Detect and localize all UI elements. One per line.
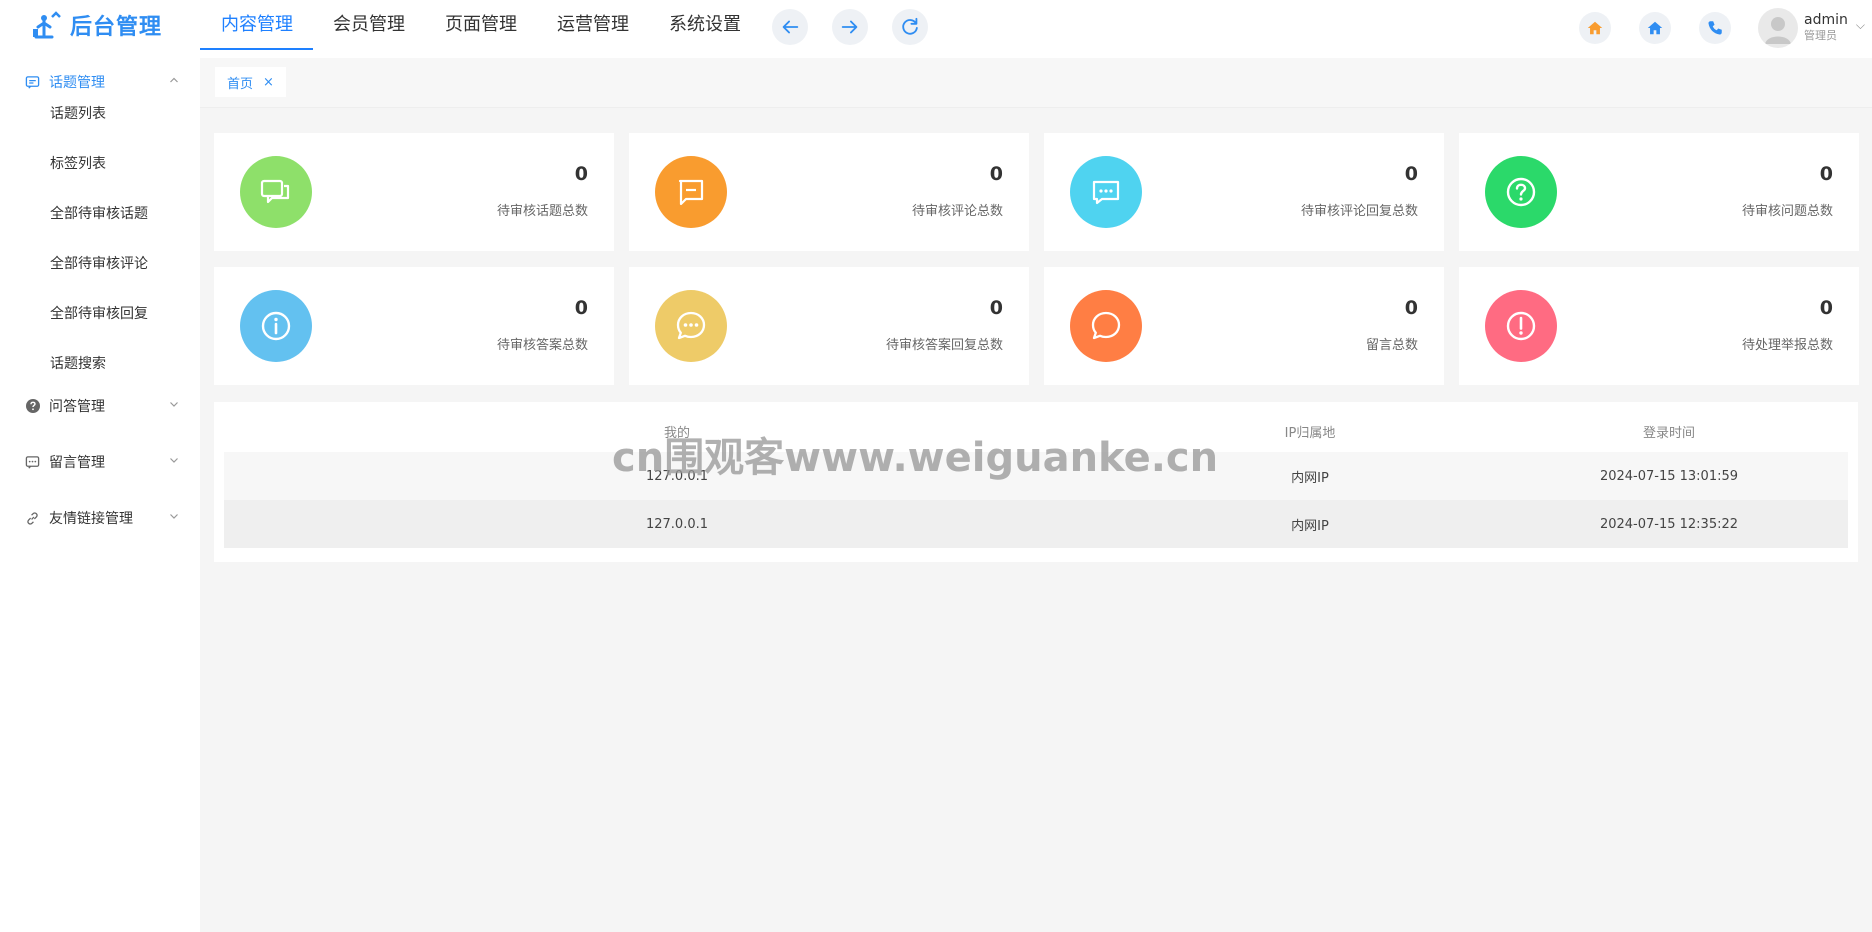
- watermark: cn围观客www.weiguanke.cn: [612, 435, 1219, 481]
- stat-value: 0: [1404, 297, 1418, 319]
- topnav-members[interactable]: 会员管理: [313, 0, 425, 50]
- tab-bar: 首页 ×: [200, 58, 1872, 108]
- sidebar-group-label: 话题管理: [49, 75, 105, 91]
- home-icon: [1587, 21, 1603, 35]
- back-button[interactable]: [772, 9, 808, 45]
- user-role: 管理员: [1804, 29, 1837, 42]
- sidebar-item-pending-topics[interactable]: 全部待审核话题: [50, 203, 148, 223]
- question-circle-icon: [24, 398, 41, 415]
- topnav-pages[interactable]: 页面管理: [425, 0, 537, 50]
- home-button-blue[interactable]: [1639, 12, 1671, 44]
- topnav-content[interactable]: 内容管理: [200, 0, 313, 50]
- table-cell-location: 内网IP: [1291, 518, 1329, 534]
- stat-value: 0: [989, 297, 1003, 319]
- sidebar-group-links[interactable]: 友情链接管理: [0, 496, 200, 540]
- sidebar-group-label: 留言管理: [49, 455, 105, 471]
- chevron-down-icon: [170, 402, 178, 407]
- sidebar-item-tag-list[interactable]: 标签列表: [50, 153, 106, 173]
- chat-square-icon: [24, 74, 41, 91]
- chat-bubbles-icon: [240, 156, 312, 228]
- stat-value: 0: [1404, 163, 1418, 185]
- sidebar: 话题管理 话题列表 标签列表 全部待审核话题 全部待审核评论 全部待审核回复 话…: [0, 58, 210, 932]
- speech-bubble-icon: [1070, 290, 1142, 362]
- close-icon[interactable]: ×: [263, 75, 274, 90]
- table-cell-time: 2024-07-15 12:35:22: [1599, 516, 1739, 532]
- user-name: admin: [1804, 12, 1848, 28]
- forward-button[interactable]: [832, 9, 868, 45]
- table-row: 127.0.0.1 内网IP 2024-07-15 12:35:22: [224, 500, 1848, 548]
- refresh-icon: [902, 17, 918, 35]
- brand-name: 后台管理: [70, 15, 163, 40]
- link-icon: [24, 510, 41, 527]
- stat-label: 留言总数: [1365, 338, 1418, 353]
- stat-card-pending-reports[interactable]: 0 待处理举报总数: [1459, 267, 1859, 385]
- phone-button[interactable]: [1699, 12, 1731, 44]
- sidebar-item-pending-comments[interactable]: 全部待审核评论: [50, 253, 148, 273]
- stat-label: 待审核答案回复总数: [885, 338, 1003, 353]
- stat-value: 0: [1819, 163, 1833, 185]
- home-button-orange[interactable]: [1579, 12, 1611, 44]
- phone-icon: [1708, 21, 1722, 35]
- stat-value: 0: [574, 163, 588, 185]
- stat-card-pending-answers[interactable]: 0 待审核答案总数: [214, 267, 614, 385]
- user-meta: admin 管理员: [1804, 12, 1848, 44]
- stat-value: 0: [1819, 297, 1833, 319]
- stat-label: 待处理举报总数: [1741, 338, 1833, 353]
- sidebar-group-topics[interactable]: 话题管理: [0, 60, 200, 104]
- brand-logo[interactable]: 后台管理: [30, 8, 162, 42]
- stat-card-pending-comments[interactable]: 0 待审核评论总数: [629, 133, 1029, 251]
- forward-arrow-icon: [841, 20, 858, 34]
- topnav-settings[interactable]: 系统设置: [649, 0, 761, 50]
- chat-dots-icon: [1070, 156, 1142, 228]
- brand-logo-icon: [33, 11, 61, 39]
- stat-card-pending-questions[interactable]: 0 待审核问题总数: [1459, 133, 1859, 251]
- alert-icon: [1485, 290, 1557, 362]
- ellipsis-bubble-icon: [655, 290, 727, 362]
- stat-label: 待审核评论回复总数: [1300, 204, 1418, 219]
- topnav-operations[interactable]: 运营管理: [537, 0, 649, 50]
- stat-label: 待审核答案总数: [496, 338, 588, 353]
- stat-label: 待审核话题总数: [496, 204, 588, 219]
- stat-value: 0: [989, 163, 1003, 185]
- tab-home[interactable]: 首页 ×: [215, 67, 286, 97]
- comment-icon: [655, 156, 727, 228]
- sidebar-item-topic-list[interactable]: 话题列表: [50, 103, 106, 123]
- chevron-down-icon: ⌵: [1855, 17, 1865, 32]
- stat-card-pending-answer-replies[interactable]: 0 待审核答案回复总数: [629, 267, 1029, 385]
- stat-label: 待审核评论总数: [911, 204, 1003, 219]
- avatar: [1758, 8, 1798, 48]
- home-icon: [1647, 21, 1663, 35]
- sidebar-item-pending-replies[interactable]: 全部待审核回复: [50, 303, 148, 323]
- stat-value: 0: [574, 297, 588, 319]
- sidebar-group-label: 友情链接管理: [49, 511, 133, 527]
- table-cell-ip: 127.0.0.1: [645, 516, 709, 532]
- back-arrow-icon: [782, 20, 799, 34]
- main-content: 首页 × 0 待审核话题总数 0 待审核评论总数 0 待审核评论回复总数 0 待…: [200, 58, 1872, 932]
- stat-card-pending-comment-replies[interactable]: 0 待审核评论回复总数: [1044, 133, 1444, 251]
- sidebar-group-messages[interactable]: 留言管理: [0, 440, 200, 484]
- chevron-down-icon: [170, 514, 178, 519]
- message-dots-icon: [24, 454, 41, 471]
- question-icon: [1485, 156, 1557, 228]
- sidebar-group-label: 问答管理: [49, 399, 105, 415]
- stat-card-messages[interactable]: 0 留言总数: [1044, 267, 1444, 385]
- info-icon: [240, 290, 312, 362]
- top-header: 后台管理 内容管理 会员管理 页面管理 运营管理 系统设置 admin 管理员: [0, 0, 1872, 52]
- top-navigation: 内容管理 会员管理 页面管理 运营管理 系统设置: [200, 0, 761, 52]
- chevron-down-icon: [170, 458, 178, 463]
- column-header: 登录时间: [1642, 425, 1695, 441]
- user-avatar-icon: [1765, 17, 1791, 44]
- tab-label: 首页: [227, 76, 254, 92]
- sidebar-group-qa[interactable]: 问答管理: [0, 384, 200, 428]
- stat-label: 待审核问题总数: [1741, 204, 1833, 219]
- table-cell-time: 2024-07-15 13:01:59: [1599, 468, 1739, 484]
- sidebar-item-topic-search[interactable]: 话题搜索: [50, 353, 106, 373]
- chevron-up-icon: [170, 77, 178, 83]
- stat-card-pending-topics[interactable]: 0 待审核话题总数: [214, 133, 614, 251]
- user-menu[interactable]: admin 管理员 ⌵: [1758, 8, 1865, 48]
- refresh-button[interactable]: [892, 9, 928, 45]
